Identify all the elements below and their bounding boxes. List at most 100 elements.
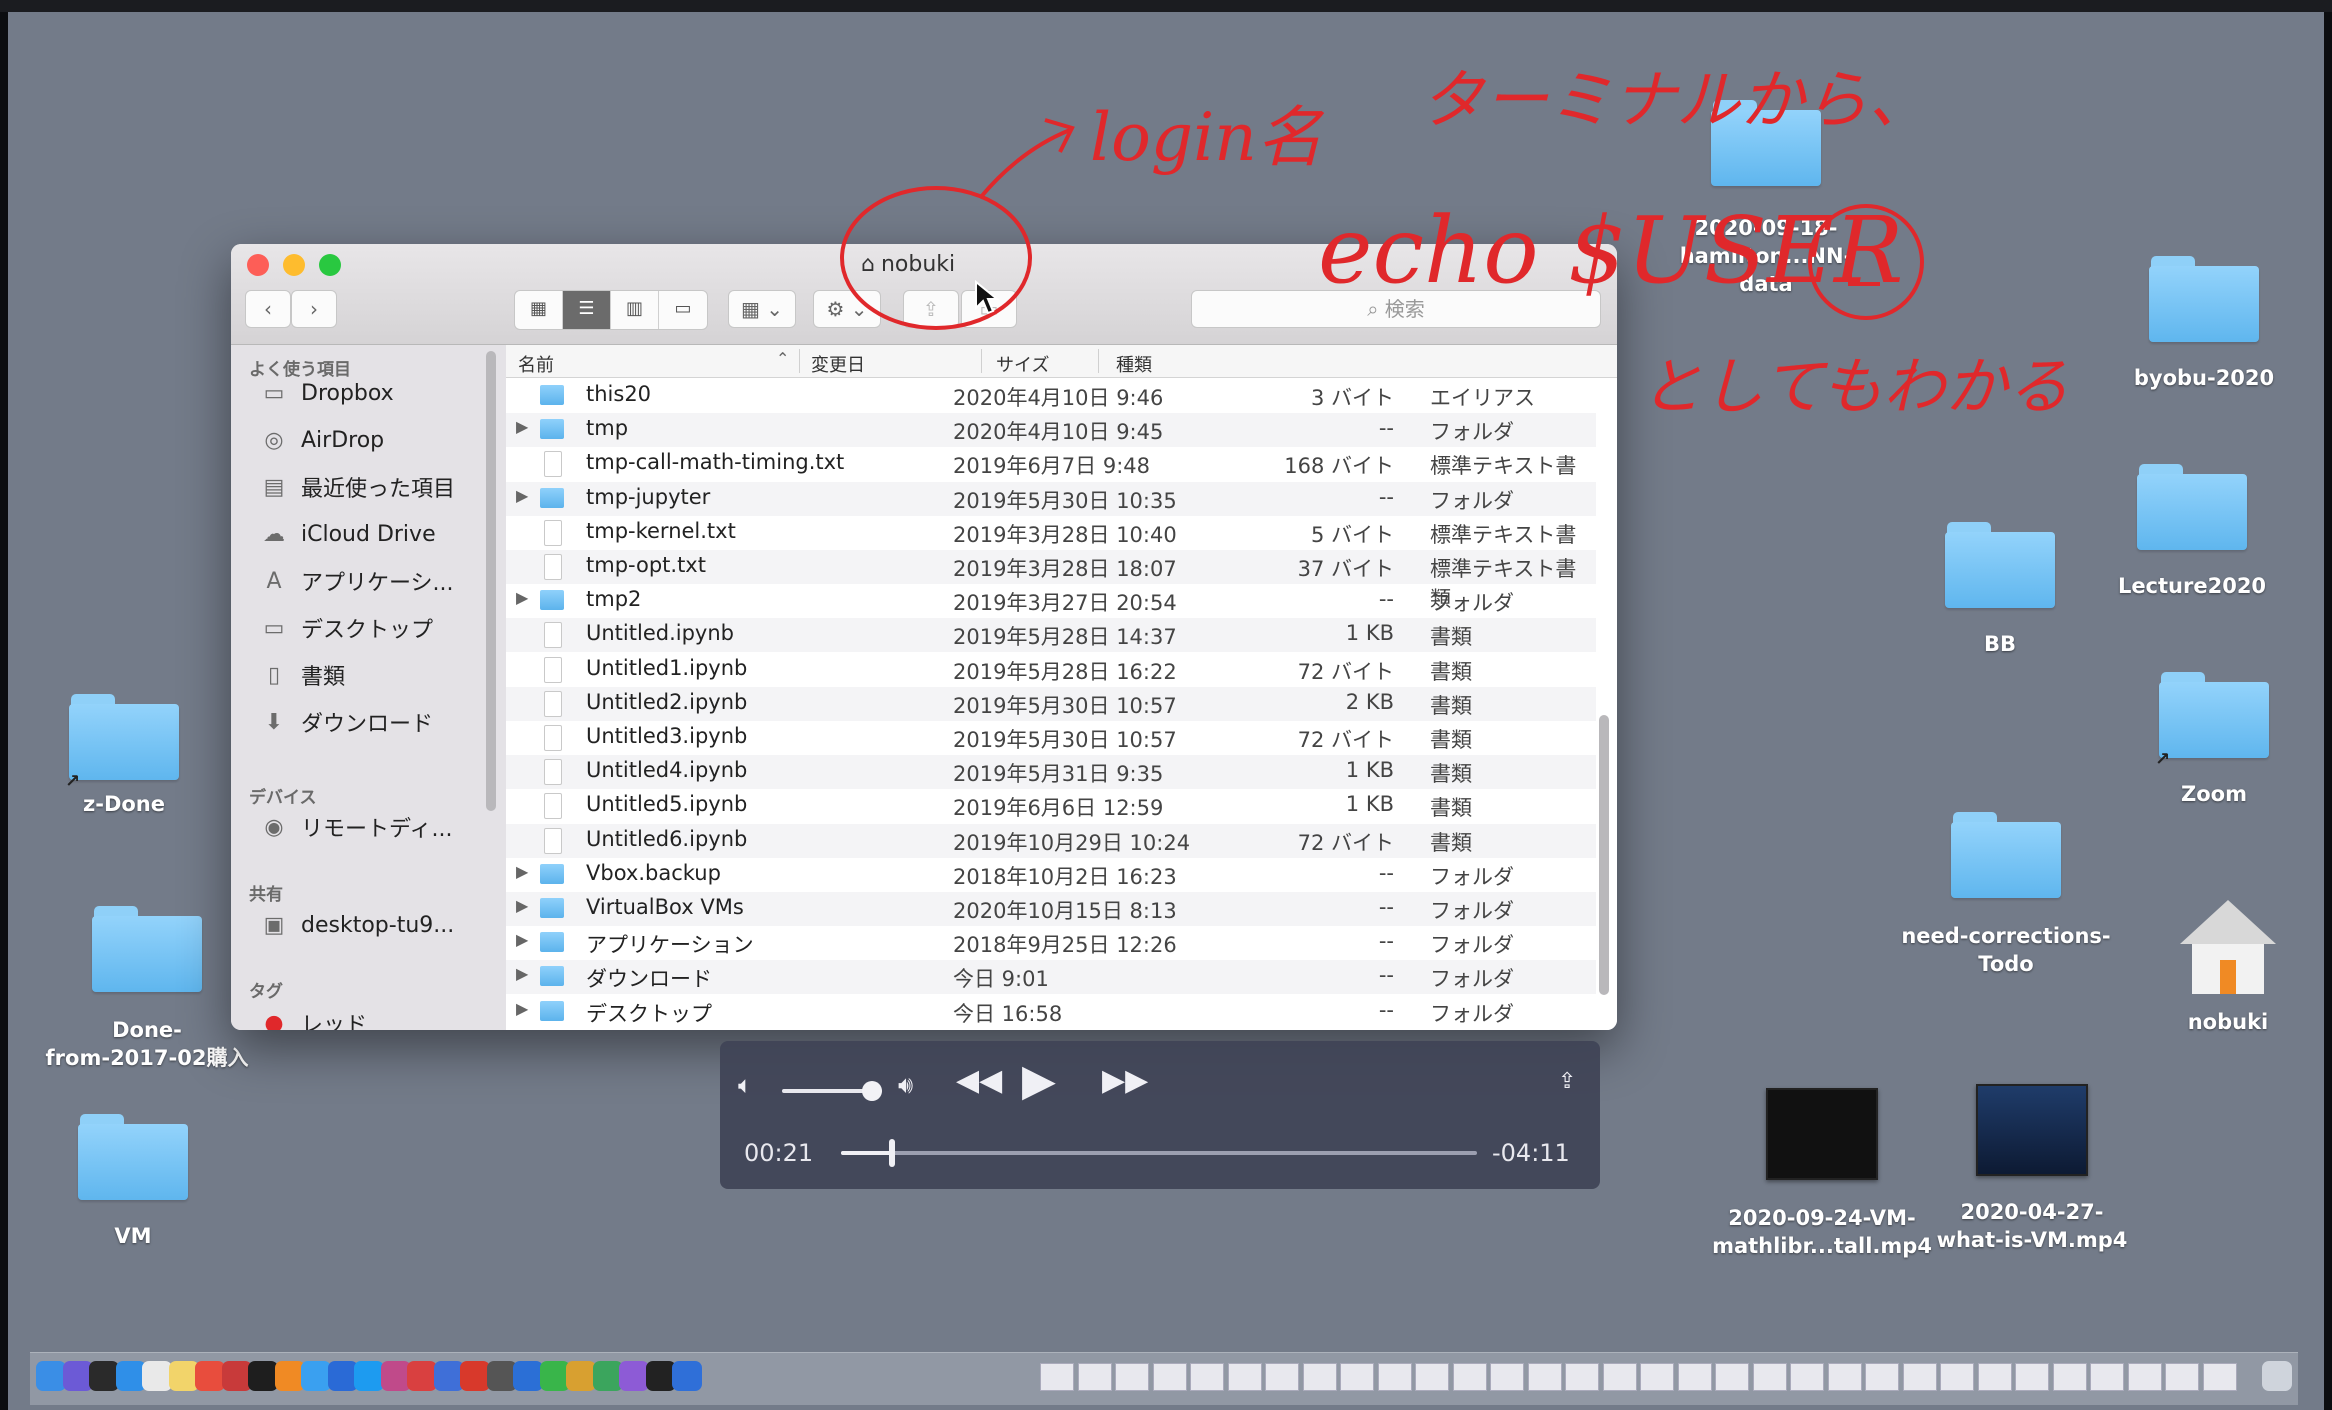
- dock-document-icon[interactable]: [1490, 1363, 1524, 1391]
- share-button[interactable]: ⇪: [903, 290, 959, 328]
- dock-document-icon[interactable]: [1640, 1363, 1674, 1391]
- disclosure-triangle-icon[interactable]: ▶: [516, 486, 528, 505]
- volume-mute-icon[interactable]: 🔈︎: [738, 1071, 752, 1099]
- desktop-home-nobuki[interactable]: nobuki: [2118, 900, 2332, 1036]
- column-kind[interactable]: 種類: [1116, 351, 1152, 377]
- scrubber-track[interactable]: [841, 1139, 1477, 1167]
- dock-document-icon[interactable]: [2052, 1363, 2087, 1391]
- gallery-view-icon[interactable]: ▭: [659, 291, 707, 329]
- table-row[interactable]: ▶ VirtualBox VMs 2020年10月15日 8:13 -- フォルダ: [506, 892, 1596, 926]
- column-name[interactable]: 名前: [518, 351, 554, 377]
- dock-app-icon[interactable]: [645, 1361, 676, 1391]
- dock-document-icon[interactable]: [1040, 1363, 1074, 1391]
- table-row[interactable]: Untitled3.ipynb 2019年5月30日 10:57 72 バイト 書類: [506, 721, 1596, 755]
- play-button[interactable]: ▶: [1022, 1055, 1056, 1106]
- table-row[interactable]: ▶ ダウンロード 今日 9:01 -- フォルダ: [506, 960, 1596, 995]
- table-row[interactable]: ▶ tmp-jupyter 2019年5月30日 10:35 -- フォルダ: [506, 481, 1596, 516]
- dock-document-icon[interactable]: [1377, 1363, 1412, 1391]
- sidebar-item-remote-disc[interactable]: ◉ リモートディ...: [259, 809, 452, 845]
- action-gear-button[interactable]: ⚙ ⌄: [813, 290, 881, 328]
- disclosure-triangle-icon[interactable]: ▶: [516, 896, 528, 915]
- sidebar-item-documents[interactable]: ▯ 書類: [259, 657, 345, 693]
- dock-app-icon[interactable]: [89, 1361, 119, 1391]
- file-list-scrollbar[interactable]: [1599, 715, 1609, 995]
- table-row[interactable]: Untitled2.ipynb 2019年5月30日 10:57 2 KB 書類: [506, 686, 1596, 721]
- dock-app-icon[interactable]: [566, 1361, 596, 1391]
- list-view-icon[interactable]: ☰: [563, 291, 611, 329]
- dock-document-icon[interactable]: [1152, 1363, 1187, 1391]
- dock-app-icon[interactable]: [380, 1361, 411, 1391]
- desktop-folder-lecture2020[interactable]: Lecture2020: [2082, 464, 2302, 600]
- sidebar-item-desktop-computer[interactable]: ▣ desktop-tu9...: [259, 907, 455, 943]
- desktop-folder-done-from-2017[interactable]: Done-from-2017-02購入: [37, 906, 257, 1072]
- dock-app-icon[interactable]: [195, 1361, 225, 1391]
- dock-document-icon[interactable]: [1790, 1363, 1824, 1391]
- desktop-folder-zoom[interactable]: ↗ Zoom: [2104, 672, 2324, 808]
- desktop-video-vm-mathlib[interactable]: 2020-09-24-VM-mathlibr...tall.mp4: [1712, 1088, 1932, 1260]
- volume-knob[interactable]: [862, 1081, 882, 1101]
- dock-document-icon[interactable]: [1227, 1363, 1262, 1391]
- sidebar-item-airdrop[interactable]: ◎ AirDrop: [259, 422, 384, 458]
- dock-document-icon[interactable]: [1415, 1363, 1449, 1391]
- disclosure-triangle-icon[interactable]: ▶: [516, 862, 528, 881]
- dock-app-icon[interactable]: [115, 1361, 146, 1391]
- dock-document-icon[interactable]: [1527, 1363, 1562, 1391]
- minimize-button[interactable]: [283, 254, 305, 276]
- close-button[interactable]: [247, 254, 269, 276]
- column-view-icon[interactable]: ▥: [611, 291, 659, 329]
- dock-document-icon[interactable]: [1902, 1363, 1937, 1391]
- table-row[interactable]: Untitled4.ipynb 2019年5月31日 9:35 1 KB 書類: [506, 755, 1596, 790]
- dock-app-icon[interactable]: [168, 1361, 199, 1391]
- table-row[interactable]: this20 2020年4月10日 9:46 3 バイト エイリアス: [506, 379, 1596, 413]
- rewind-button[interactable]: ◀◀: [956, 1063, 1002, 1098]
- dock-app-icon[interactable]: [433, 1361, 464, 1391]
- table-row[interactable]: tmp-kernel.txt 2019年3月28日 10:40 5 バイト 標準テキス…: [506, 516, 1596, 577]
- dock-document-icon[interactable]: [1602, 1363, 1637, 1391]
- dock-document-icon[interactable]: [1190, 1363, 1224, 1391]
- dock-app-icon[interactable]: [36, 1361, 66, 1391]
- dock-document-icon[interactable]: [1077, 1363, 1112, 1391]
- dock-document-icon[interactable]: [1752, 1363, 1787, 1391]
- back-button[interactable]: ‹: [245, 290, 291, 328]
- desktop-folder-need-corrections[interactable]: need-corrections- Todo: [1896, 812, 2116, 978]
- desktop-video-what-is-vm[interactable]: 2020-04-27- what-is-VM.mp4: [1922, 1084, 2142, 1254]
- dock-document-icon[interactable]: [1865, 1363, 1899, 1391]
- sidebar-item-icloud-drive[interactable]: ☁ iCloud Drive: [259, 516, 436, 552]
- volume-max-icon[interactable]: 🔊︎: [898, 1071, 913, 1099]
- forward-button[interactable]: ›: [291, 290, 337, 328]
- dock-document-icon[interactable]: [2165, 1363, 2199, 1391]
- dock-document-icon[interactable]: [2127, 1363, 2162, 1391]
- table-row[interactable]: Untitled5.ipynb 2019年6月6日 12:59 1 KB 書類: [506, 789, 1596, 823]
- sidebar-item-desktop[interactable]: ▭ デスクトップ: [259, 610, 433, 646]
- sidebar-item-dropbox[interactable]: ▭ Dropbox: [259, 375, 394, 411]
- table-row[interactable]: ▶ アプリケーション 2018年9月25日 12:26 -- フォルダ: [506, 926, 1596, 960]
- icon-view-icon[interactable]: ▦: [515, 291, 563, 329]
- disclosure-triangle-icon[interactable]: ▶: [516, 417, 528, 436]
- dock-app-icon[interactable]: [539, 1361, 570, 1391]
- scrubber-handle[interactable]: [888, 1139, 895, 1167]
- disclosure-triangle-icon[interactable]: ▶: [516, 588, 528, 607]
- sidebar-item-tag-red[interactable]: ● レッド: [259, 1013, 367, 1030]
- dock-document-icon[interactable]: [1977, 1363, 2012, 1391]
- table-row[interactable]: Untitled1.ipynb 2019年5月28日 16:22 72 バイト 書類: [506, 653, 1596, 687]
- trash-icon[interactable]: [2262, 1361, 2292, 1391]
- dock-app-icon[interactable]: [619, 1361, 649, 1391]
- disclosure-triangle-icon[interactable]: ▶: [516, 999, 528, 1018]
- dock-app-icon[interactable]: [221, 1361, 252, 1391]
- table-row[interactable]: ▶ tmp2 2019年3月27日 20:54 -- フォルダ: [506, 584, 1596, 618]
- dock-app-icon[interactable]: [486, 1361, 517, 1391]
- sidebar-scrollbar[interactable]: [486, 351, 496, 811]
- dock-document-icon[interactable]: [1715, 1363, 1749, 1391]
- dock-app-icon[interactable]: [460, 1361, 490, 1391]
- group-by-button[interactable]: ▦ ⌄: [728, 290, 796, 328]
- dock-app-icon[interactable]: [142, 1361, 172, 1391]
- disclosure-triangle-icon[interactable]: ▶: [516, 964, 528, 983]
- sidebar-item-applications[interactable]: A アプリケーシ...: [259, 563, 453, 599]
- sidebar-item-recents[interactable]: ▤ 最近使った項目: [259, 469, 455, 505]
- dock-document-icon[interactable]: [2090, 1363, 2124, 1391]
- dock-app-icon[interactable]: [274, 1361, 305, 1391]
- table-row[interactable]: Untitled.ipynb 2019年5月28日 14:37 1 KB 書類: [506, 618, 1596, 653]
- dock-app-icon[interactable]: [327, 1361, 358, 1391]
- dock-document-icon[interactable]: [1565, 1363, 1599, 1391]
- sidebar-item-downloads[interactable]: ⬇ ダウンロード: [259, 704, 433, 740]
